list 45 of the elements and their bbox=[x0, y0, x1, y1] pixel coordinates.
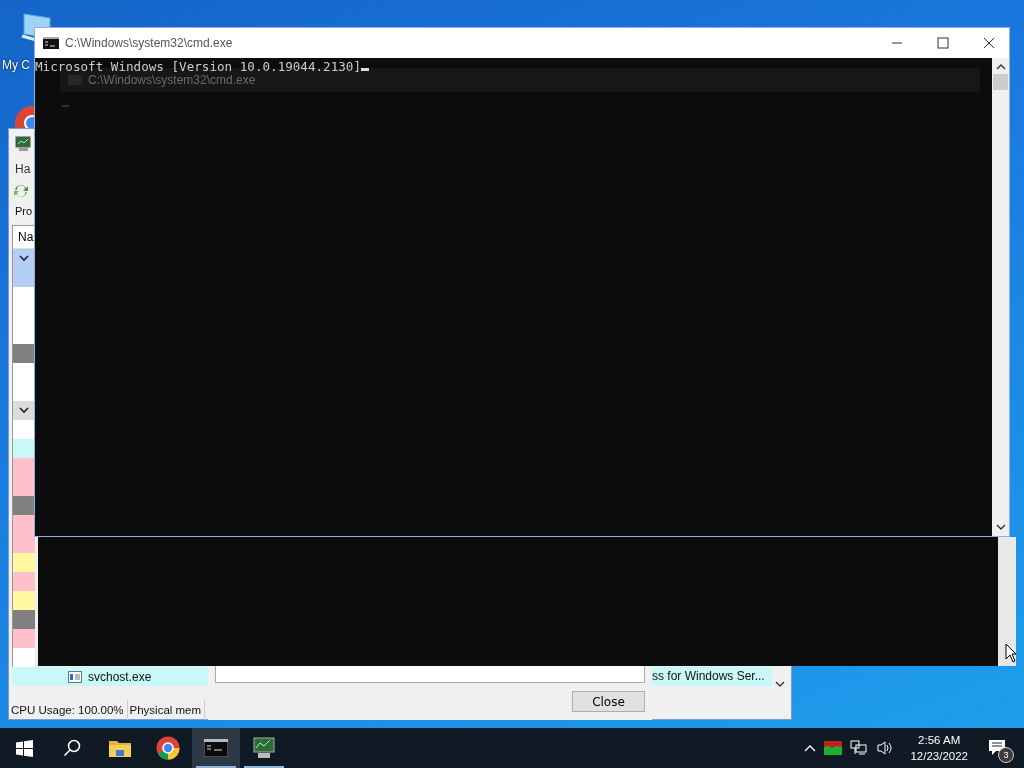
chevron-icon[interactable] bbox=[19, 407, 29, 414]
terminal-icon bbox=[43, 37, 59, 49]
clock-time: 2:56 AM bbox=[918, 733, 961, 748]
window-icon bbox=[68, 670, 82, 683]
chevron-icon[interactable] bbox=[995, 524, 1006, 531]
text-cursor bbox=[361, 68, 370, 71]
windows-logo-icon bbox=[15, 739, 33, 757]
window-title: C:\Windows\system32\cmd.exe bbox=[65, 36, 233, 50]
graph-icon[interactable] bbox=[824, 741, 843, 755]
chevron-icon[interactable] bbox=[19, 255, 29, 262]
maximize-icon[interactable] bbox=[937, 37, 949, 49]
browser-icon bbox=[156, 736, 180, 760]
input-field[interactable] bbox=[215, 666, 645, 683]
notification-count: 3 bbox=[998, 747, 1014, 763]
chevron-icon[interactable] bbox=[775, 681, 785, 688]
scroll-thumb[interactable] bbox=[993, 74, 1008, 90]
refresh-icon[interactable] bbox=[12, 183, 30, 199]
close-icon[interactable] bbox=[983, 37, 995, 49]
mouse-pointer-icon bbox=[1005, 643, 1017, 663]
menu-item[interactable]: Ha bbox=[15, 162, 31, 176]
ghost-title: C:\Windows\system32\cmd.exe bbox=[88, 73, 256, 87]
clock[interactable]: 2:56 AM 12/23/2022 bbox=[910, 732, 968, 764]
process-name: svchost.exe bbox=[88, 669, 152, 684]
speaker-icon[interactable] bbox=[876, 740, 895, 756]
status-text: Physical mem bbox=[127, 700, 206, 720]
network-icon[interactable] bbox=[850, 740, 869, 756]
close-button[interactable]: Close bbox=[572, 691, 645, 712]
search-icon bbox=[63, 739, 81, 757]
console-text: Microsoft Windows [Version 10.0.19044.2130] bbox=[35, 59, 370, 74]
folder-icon bbox=[109, 739, 131, 757]
terminal-icon bbox=[204, 739, 228, 757]
status-text: CPU Usage: 100.00% bbox=[9, 700, 128, 720]
process-description: ss for Windows Ser... bbox=[652, 667, 772, 686]
tab[interactable]: Pro bbox=[15, 205, 33, 217]
taskbar-button[interactable] bbox=[192, 728, 240, 768]
monitor-icon bbox=[15, 136, 33, 152]
desktop-icon-label[interactable]: My C bbox=[2, 58, 30, 72]
process-row[interactable]: svchost.exe bbox=[12, 667, 210, 686]
process-row[interactable] bbox=[13, 401, 35, 420]
scrollbar[interactable] bbox=[992, 58, 1009, 536]
monitor-icon bbox=[252, 737, 276, 759]
clock-date: 12/23/2022 bbox=[910, 749, 968, 764]
chevron-up-icon[interactable] bbox=[995, 63, 1006, 70]
ghost-cursor bbox=[62, 105, 69, 107]
process-row[interactable] bbox=[13, 249, 35, 268]
